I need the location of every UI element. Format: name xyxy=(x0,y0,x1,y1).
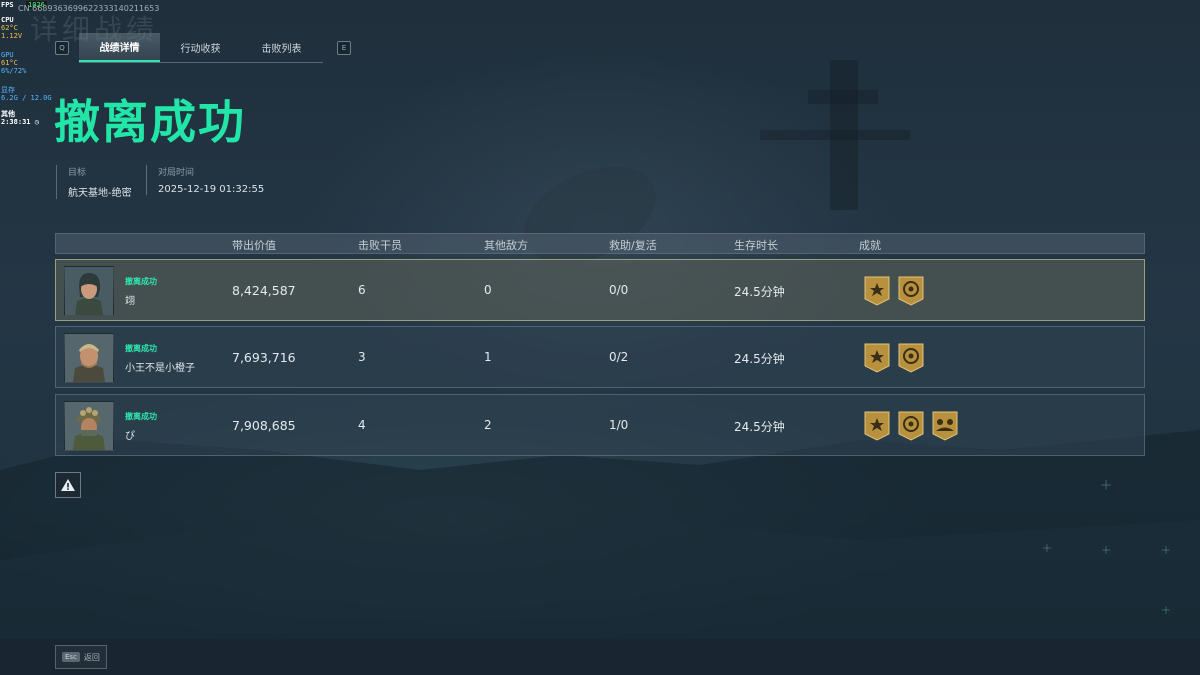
target-value: 航天基地-绝密 xyxy=(68,188,132,199)
vram-value: 6.2G / 12.0G xyxy=(1,94,52,102)
match-time-label: 对局时间 xyxy=(158,168,195,178)
back-button[interactable]: Esc 返回 xyxy=(55,645,107,669)
gpu-temp: 61°C xyxy=(1,59,18,67)
player-row[interactable]: 撤离成功 翊 8,424,587 6 0 0/0 24.5分钟 xyxy=(55,259,1145,321)
star-badge-icon[interactable] xyxy=(863,410,891,441)
achievement-badges xyxy=(863,342,925,373)
match-time-value: 2025-12-19 01:32:55 xyxy=(158,184,265,195)
next-tab-key-hint[interactable]: E xyxy=(337,41,351,55)
operator-avatar xyxy=(64,266,114,316)
team-badge-icon[interactable] xyxy=(931,410,959,441)
other-label: 其他 xyxy=(1,110,15,118)
esc-key-hint: Esc xyxy=(62,652,80,662)
tab-kill-list[interactable]: 击败列表 xyxy=(241,33,322,62)
back-label: 返回 xyxy=(83,652,100,662)
clock-value: 2:38:31 xyxy=(1,118,31,126)
assist-revive: 0/0 xyxy=(609,283,629,297)
extracted-value: 7,908,685 xyxy=(232,418,296,433)
survival-time: 24.5分钟 xyxy=(734,285,785,299)
header-assist-revive: 救助/复活 xyxy=(609,239,657,252)
cpu-voltage: 1.12V xyxy=(1,32,23,40)
report-button[interactable] xyxy=(55,472,81,498)
clock-readout: 2:38:31 ◷ xyxy=(1,118,39,126)
coin-badge-icon[interactable] xyxy=(897,342,925,373)
player-name: 翊 xyxy=(125,296,135,307)
operator-avatar xyxy=(64,401,114,451)
clock-icon: ◷ xyxy=(34,118,39,126)
star-badge-icon[interactable] xyxy=(863,342,891,373)
extraction-status: 撤离成功 xyxy=(125,277,157,286)
assist-revive: 0/2 xyxy=(609,350,629,364)
fps-label: FPS xyxy=(1,1,14,9)
star-badge-icon[interactable] xyxy=(863,275,891,306)
gpu-usage: 6%/72% xyxy=(1,67,27,75)
cpu-label: CPU xyxy=(1,16,14,24)
bottom-bar xyxy=(0,639,1200,675)
operator-kills: 4 xyxy=(358,418,366,432)
operator-kills: 3 xyxy=(358,350,366,364)
other-enemies: 1 xyxy=(484,350,492,364)
header-other-enemies: 其他敌方 xyxy=(484,239,528,252)
header-operator-kills: 击败干员 xyxy=(358,239,402,252)
stats-table-header: 带出价值 击败干员 其他敌方 救助/复活 生存时长 成就 xyxy=(55,233,1145,254)
header-extracted-value: 带出价值 xyxy=(232,239,276,252)
assist-revive: 1/0 xyxy=(609,418,629,432)
cpu-temp: 62°C xyxy=(1,24,18,32)
prev-tab-key-hint[interactable]: Q xyxy=(55,41,69,55)
achievement-badges xyxy=(863,275,925,306)
header-survival-time: 生存时长 xyxy=(734,239,778,252)
player-row[interactable]: 撤离成功 ぴ 7,908,685 4 2 1/0 24.5分钟 xyxy=(55,394,1145,456)
tab-action-rewards[interactable]: 行动收获 xyxy=(160,33,241,62)
target-label: 目标 xyxy=(68,168,87,178)
survival-time: 24.5分钟 xyxy=(734,420,785,434)
operator-avatar xyxy=(64,333,114,383)
player-row[interactable]: 撤离成功 小王不是小橙子 7,693,716 3 1 0/2 24.5分钟 xyxy=(55,326,1145,388)
gpu-label: GPU xyxy=(1,51,14,59)
player-name: 小王不是小橙子 xyxy=(125,363,195,374)
coin-badge-icon[interactable] xyxy=(897,275,925,306)
extracted-value: 8,424,587 xyxy=(232,283,296,298)
vram-label: 显存 xyxy=(1,86,15,94)
extraction-status: 撤离成功 xyxy=(125,412,157,421)
other-enemies: 0 xyxy=(484,283,492,297)
target-info: 目标 航天基地-绝密 xyxy=(56,165,132,199)
player-name: ぴ xyxy=(125,431,135,442)
extracted-value: 7,693,716 xyxy=(232,350,296,365)
result-title: 撤离成功 xyxy=(54,95,246,149)
coin-badge-icon[interactable] xyxy=(897,410,925,441)
tab-bar: 战绩详情 行动收获 击败列表 xyxy=(79,33,323,63)
match-time-info: 对局时间 2025-12-19 01:32:55 xyxy=(146,165,264,195)
operator-kills: 6 xyxy=(358,283,366,297)
warning-icon xyxy=(61,479,75,491)
other-enemies: 2 xyxy=(484,418,492,432)
achievement-badges xyxy=(863,410,959,441)
tab-match-details[interactable]: 战绩详情 xyxy=(79,33,160,62)
header-achievements: 成就 xyxy=(859,239,881,252)
survival-time: 24.5分钟 xyxy=(734,352,785,366)
extraction-status: 撤离成功 xyxy=(125,344,157,353)
